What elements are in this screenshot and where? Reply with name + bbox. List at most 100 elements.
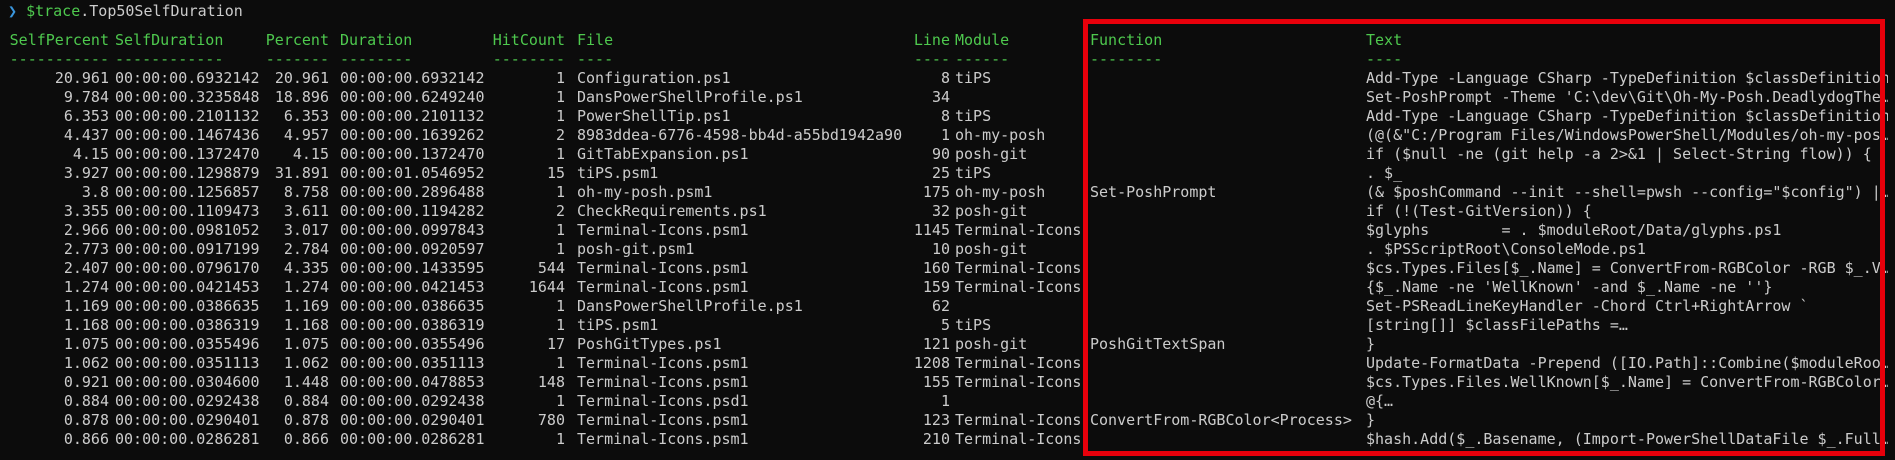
dash-line: ----	[913, 50, 950, 68]
cell-module: posh-git	[955, 202, 1028, 220]
cell-selfduration: 00:00:00.0981052	[115, 221, 260, 239]
cell-line: 1208	[913, 354, 950, 372]
head-selfduration: SelfDuration	[115, 31, 224, 49]
cell-percent: 2.784	[283, 240, 329, 258]
cell-percent: 6.353	[283, 107, 329, 125]
cell-hitcount: 1	[555, 183, 565, 201]
cell-module: tiPS	[955, 69, 992, 87]
table-row: 1.168 00:00:00.0386319 1.168 00:00:00.03863…	[0, 316, 1895, 335]
cell-selfduration: 00:00:00.0351113	[115, 354, 260, 372]
cell-duration: 00:00:00.1372470	[340, 145, 485, 163]
cell-line: 159	[922, 278, 950, 296]
cell-text: Update-FormatData -Prepend ([IO.Path]::C…	[1366, 354, 1888, 372]
cell-file: posh-git.psm1	[577, 240, 695, 258]
dash-hitcount: --------	[492, 50, 565, 68]
cell-hitcount: 148	[537, 373, 565, 391]
cell-selfpercent: 2.773	[63, 240, 109, 258]
cell-module: posh-git	[955, 240, 1028, 258]
table-row: 2.407 00:00:00.0796170 4.335 00:00:00.14335…	[0, 259, 1895, 278]
cell-selfduration: 00:00:00.0386635	[115, 297, 260, 315]
cell-percent: 4.15	[292, 145, 329, 163]
cell-hitcount: 1	[555, 297, 565, 315]
cell-hitcount: 1	[555, 316, 565, 334]
table-row: 2.966 00:00:00.0981052 3.017 00:00:00.09978…	[0, 221, 1895, 240]
cell-duration: 00:00:01.0546952	[340, 164, 485, 182]
head-selfpercent: SelfPercent	[9, 31, 109, 49]
cell-percent: 18.896	[274, 88, 329, 106]
table-row: 3.927 00:00:00.1298879 31.891 00:00:01.0546…	[0, 164, 1895, 183]
cell-selfpercent: 1.062	[63, 354, 109, 372]
cell-selfduration: 00:00:00.0290401	[115, 411, 260, 429]
cell-selfduration: 00:00:00.1372470	[115, 145, 260, 163]
cell-duration: 00:00:00.6932142	[340, 69, 485, 87]
dash-selfduration: ------------	[115, 50, 224, 68]
cell-selfduration: 00:00:00.3235848	[115, 88, 260, 106]
head-text: Text	[1366, 31, 1403, 49]
cell-duration: 00:00:00.0355496	[340, 335, 485, 353]
cell-text: }	[1366, 411, 1376, 429]
cell-hitcount: 544	[537, 259, 565, 277]
head-hitcount: HitCount	[492, 31, 565, 49]
cell-duration: 00:00:00.6249240	[340, 88, 485, 106]
cell-text: @{…	[1366, 392, 1394, 410]
table-row: 0.866 00:00:00.0286281 0.866 00:00:00.02862…	[0, 430, 1895, 449]
prompt-chevron-icon: ❯	[8, 2, 18, 20]
cell-percent: 20.961	[274, 69, 329, 87]
cell-line: 62	[931, 297, 950, 315]
cell-selfpercent: 0.884	[63, 392, 109, 410]
cell-line: 10	[931, 240, 950, 258]
cell-duration: 00:00:00.1433595	[340, 259, 485, 277]
cell-selfpercent: 0.921	[63, 373, 109, 391]
cell-hitcount: 1	[555, 430, 565, 448]
cell-line: 1145	[913, 221, 950, 239]
cell-selfduration: 00:00:00.1467436	[115, 126, 260, 144]
cell-duration: 00:00:00.0290401	[340, 411, 485, 429]
cell-selfpercent: 4.437	[63, 126, 109, 144]
cell-selfpercent: 1.075	[63, 335, 109, 353]
cell-line: 1	[940, 392, 950, 410]
cell-module: Terminal-Icons	[955, 259, 1080, 277]
cell-percent: 3.017	[283, 221, 329, 239]
cell-file: Terminal-Icons.psm1	[577, 278, 749, 296]
cell-module: Terminal-Icons	[955, 373, 1080, 391]
cell-hitcount: 1	[555, 240, 565, 258]
cell-duration: 00:00:00.0351113	[340, 354, 485, 372]
dash-percent: -------	[265, 50, 329, 68]
cell-selfduration: 00:00:00.6932142	[115, 69, 260, 87]
cell-line: 160	[922, 259, 950, 277]
cell-hitcount: 1	[555, 392, 565, 410]
cell-selfpercent: 2.407	[63, 259, 109, 277]
cell-selfpercent: 3.8	[81, 183, 109, 201]
cell-duration: 00:00:00.0292438	[340, 392, 485, 410]
cell-module: Terminal-Icons	[955, 221, 1080, 239]
cell-line: 32	[931, 202, 950, 220]
cell-file: PowerShellTip.ps1	[577, 107, 731, 125]
table-row: 20.961 00:00:00.6932142 20.961 00:00:00.693…	[0, 69, 1895, 88]
cell-selfpercent: 1.169	[63, 297, 109, 315]
cell-selfpercent: 4.15	[72, 145, 109, 163]
cell-selfduration: 00:00:00.1298879	[115, 164, 260, 182]
cell-module: Terminal-Icons	[955, 411, 1080, 429]
cell-line: 25	[931, 164, 950, 182]
cell-selfduration: 00:00:00.0917199	[115, 240, 260, 258]
table-row: 1.169 00:00:00.0386635 1.169 00:00:00.03866…	[0, 297, 1895, 316]
cell-function: PoshGitTextSpan	[1090, 335, 1226, 353]
cell-duration: 00:00:00.0421453	[340, 278, 485, 296]
cell-text: if ($null -ne (git help -a 2>&1 | Select…	[1366, 145, 1872, 163]
table-row: 4.437 00:00:00.1467436 4.957 00:00:00.16392…	[0, 126, 1895, 145]
cell-hitcount: 1	[555, 69, 565, 87]
head-file: File	[577, 31, 614, 49]
cell-line: 210	[922, 430, 950, 448]
cell-percent: 1.448	[283, 373, 329, 391]
cell-hitcount: 2	[555, 126, 565, 144]
cell-percent: 1.169	[283, 297, 329, 315]
table-row: 1.075 00:00:00.0355496 1.075 00:00:00.03554…	[0, 335, 1895, 354]
cell-selfpercent: 1.168	[63, 316, 109, 334]
cell-file: Terminal-Icons.psm1	[577, 354, 749, 372]
cell-selfduration: 00:00:00.0355496	[115, 335, 260, 353]
cell-file: Terminal-Icons.psm1	[577, 221, 749, 239]
table-row: 0.921 00:00:00.0304600 1.448 00:00:00.04788…	[0, 373, 1895, 392]
cell-selfduration: 00:00:00.1256857	[115, 183, 260, 201]
cell-hitcount: 1	[555, 107, 565, 125]
cell-hitcount: 780	[537, 411, 565, 429]
